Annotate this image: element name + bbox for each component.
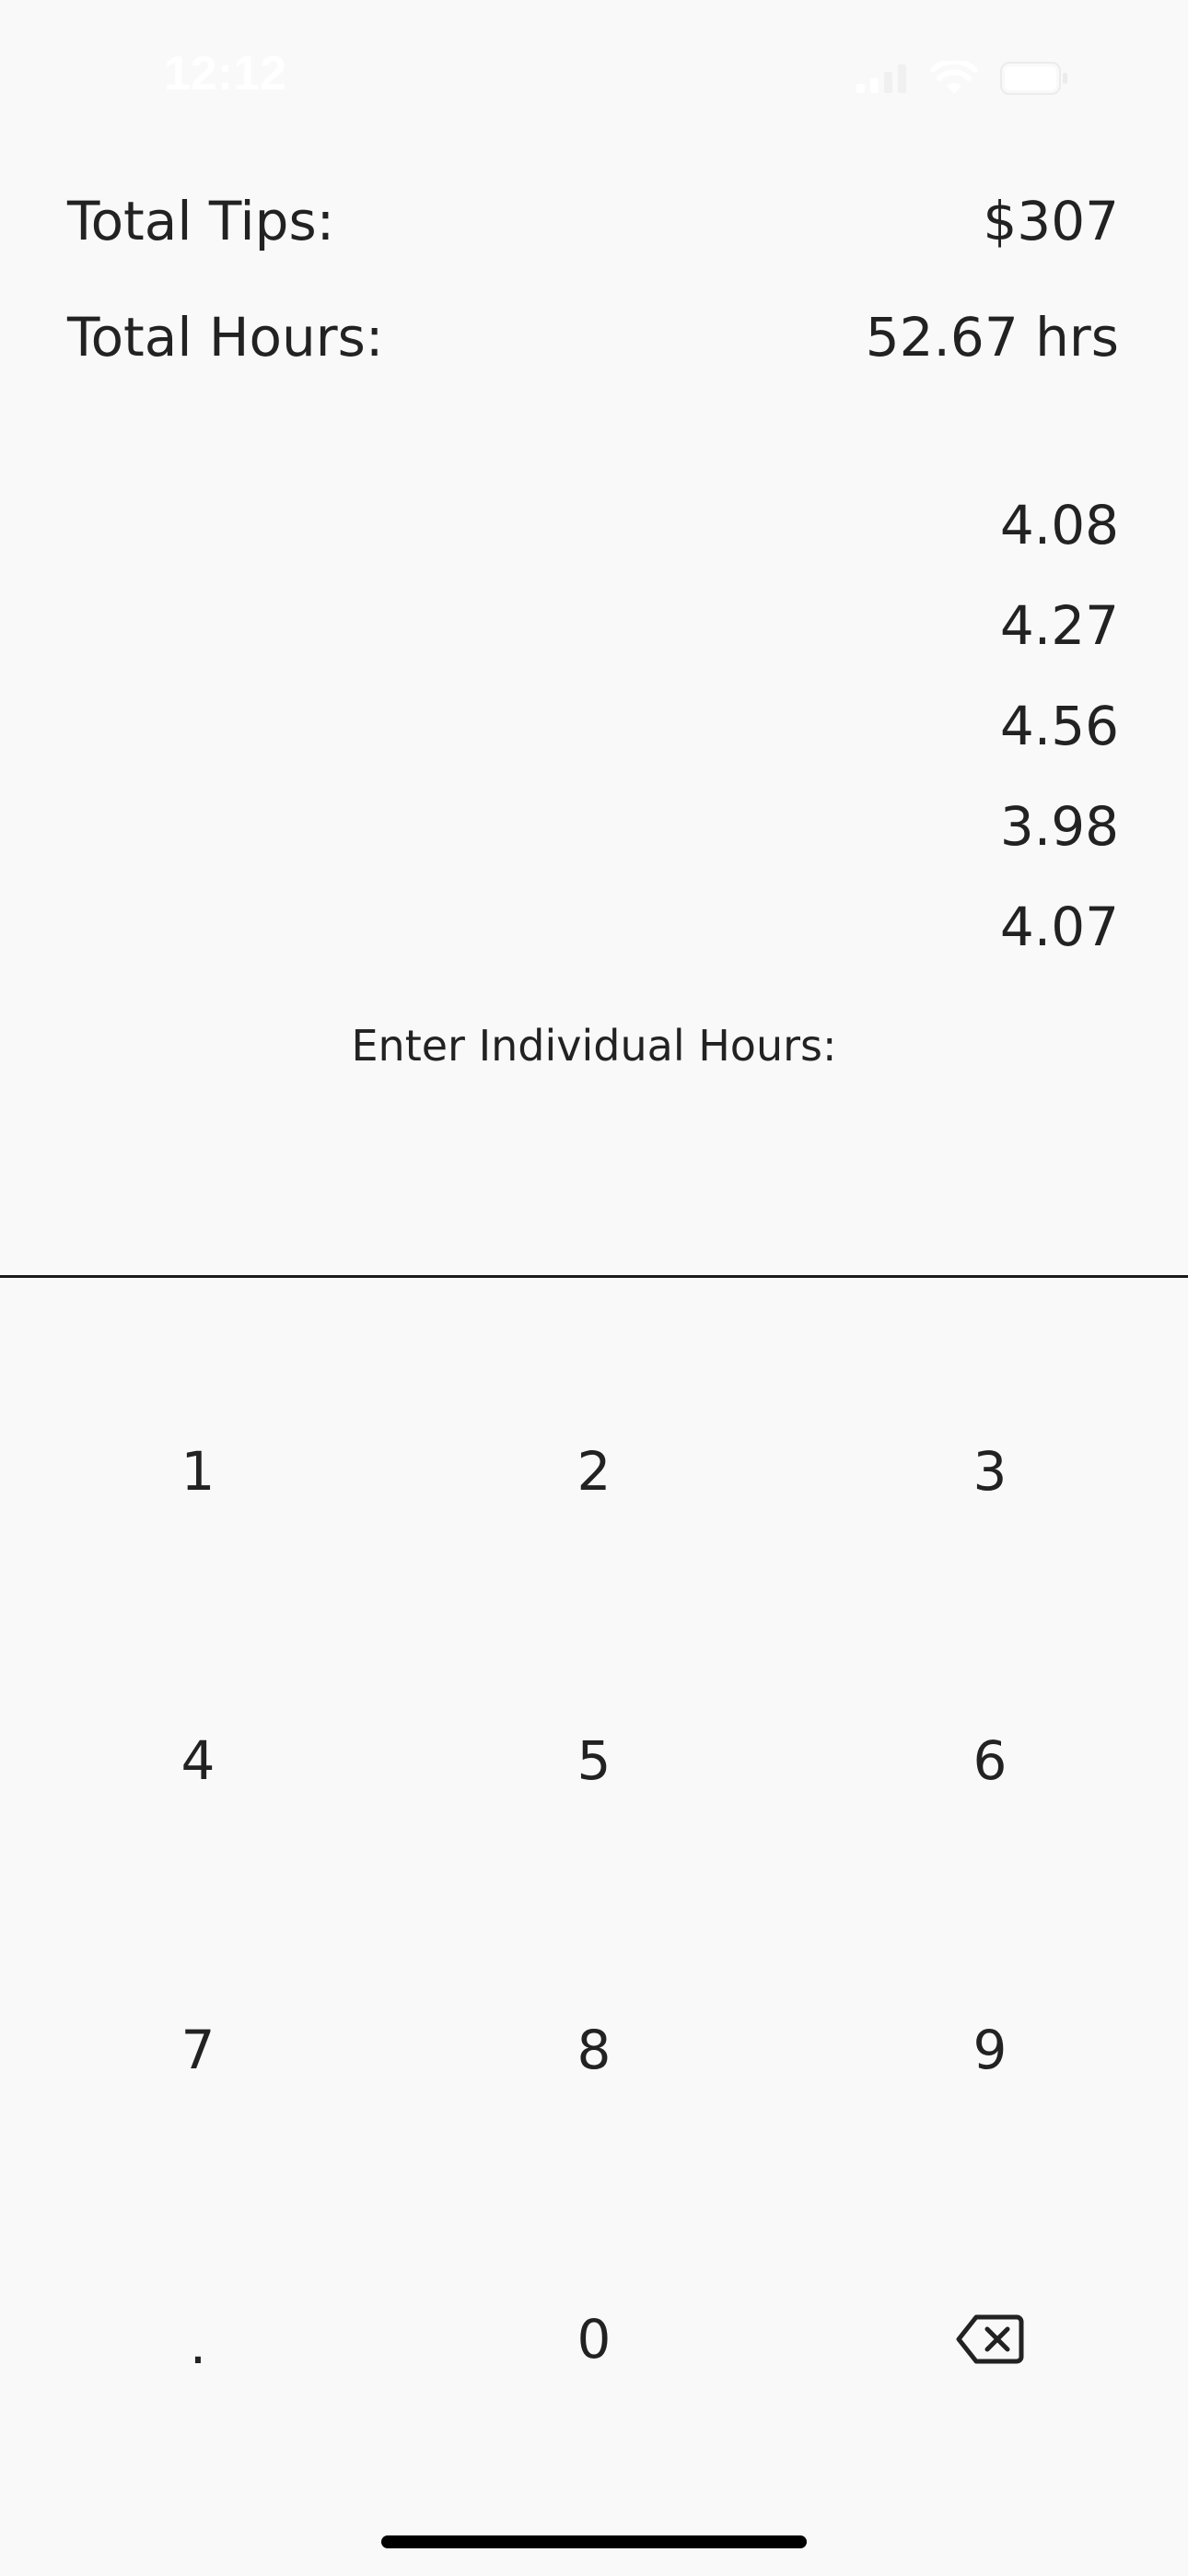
cellular-signal-icon xyxy=(856,64,906,93)
input-divider xyxy=(0,1275,1188,1278)
battery-icon xyxy=(1000,62,1067,95)
key-2[interactable]: 2 xyxy=(396,1327,792,1616)
total-hours-label: Total Hours: xyxy=(67,306,384,369)
key-3[interactable]: 3 xyxy=(792,1327,1188,1616)
total-tips-label: Total Tips: xyxy=(67,190,335,252)
total-tips-row: Total Tips: $307 xyxy=(67,184,1119,258)
numeric-keypad: 1 2 3 4 5 6 7 8 9 . 0 xyxy=(0,1327,1188,2484)
key-label: 1 xyxy=(181,1440,215,1503)
status-icons xyxy=(856,61,1068,96)
key-decimal[interactable]: . xyxy=(0,2195,396,2484)
key-5[interactable]: 5 xyxy=(396,1616,792,1905)
wifi-icon xyxy=(930,61,978,94)
key-4[interactable]: 4 xyxy=(0,1616,396,1905)
key-label: . xyxy=(189,2313,207,2376)
key-label: 6 xyxy=(973,1729,1007,1792)
individual-hours-list: 4.08 4.27 4.56 3.98 4.07 xyxy=(751,488,1119,990)
key-label: 3 xyxy=(973,1440,1007,1503)
hours-entry[interactable]: 3.98 xyxy=(751,790,1119,890)
status-bar: 12:12 xyxy=(0,0,1188,157)
key-label: 4 xyxy=(181,1729,215,1792)
backspace-key[interactable] xyxy=(792,2195,1188,2484)
hours-entry[interactable]: 4.08 xyxy=(751,488,1119,589)
key-9[interactable]: 9 xyxy=(792,1905,1188,2195)
hours-entry[interactable]: 4.27 xyxy=(751,589,1119,689)
key-0[interactable]: 0 xyxy=(396,2195,792,2484)
key-label: 8 xyxy=(577,2019,611,2081)
enter-hours-prompt: Enter Individual Hours: xyxy=(351,1021,837,1071)
key-7[interactable]: 7 xyxy=(0,1905,396,2195)
key-label: 9 xyxy=(973,2019,1007,2081)
home-indicator[interactable] xyxy=(381,2535,807,2548)
key-6[interactable]: 6 xyxy=(792,1616,1188,1905)
key-label: 7 xyxy=(181,2019,215,2081)
hours-entry[interactable]: 4.07 xyxy=(751,890,1119,990)
total-tips-value: $307 xyxy=(983,190,1119,252)
key-label: 2 xyxy=(577,1440,611,1503)
key-1[interactable]: 1 xyxy=(0,1327,396,1616)
key-label: 0 xyxy=(577,2308,611,2371)
total-hours-row: Total Hours: 52.67 hrs xyxy=(67,300,1119,374)
total-hours-value: 52.67 hrs xyxy=(865,306,1119,369)
key-8[interactable]: 8 xyxy=(396,1905,792,2195)
backspace-icon xyxy=(956,2314,1024,2364)
status-time: 12:12 xyxy=(164,47,286,100)
hours-entry[interactable]: 4.56 xyxy=(751,689,1119,790)
key-label: 5 xyxy=(577,1729,611,1792)
